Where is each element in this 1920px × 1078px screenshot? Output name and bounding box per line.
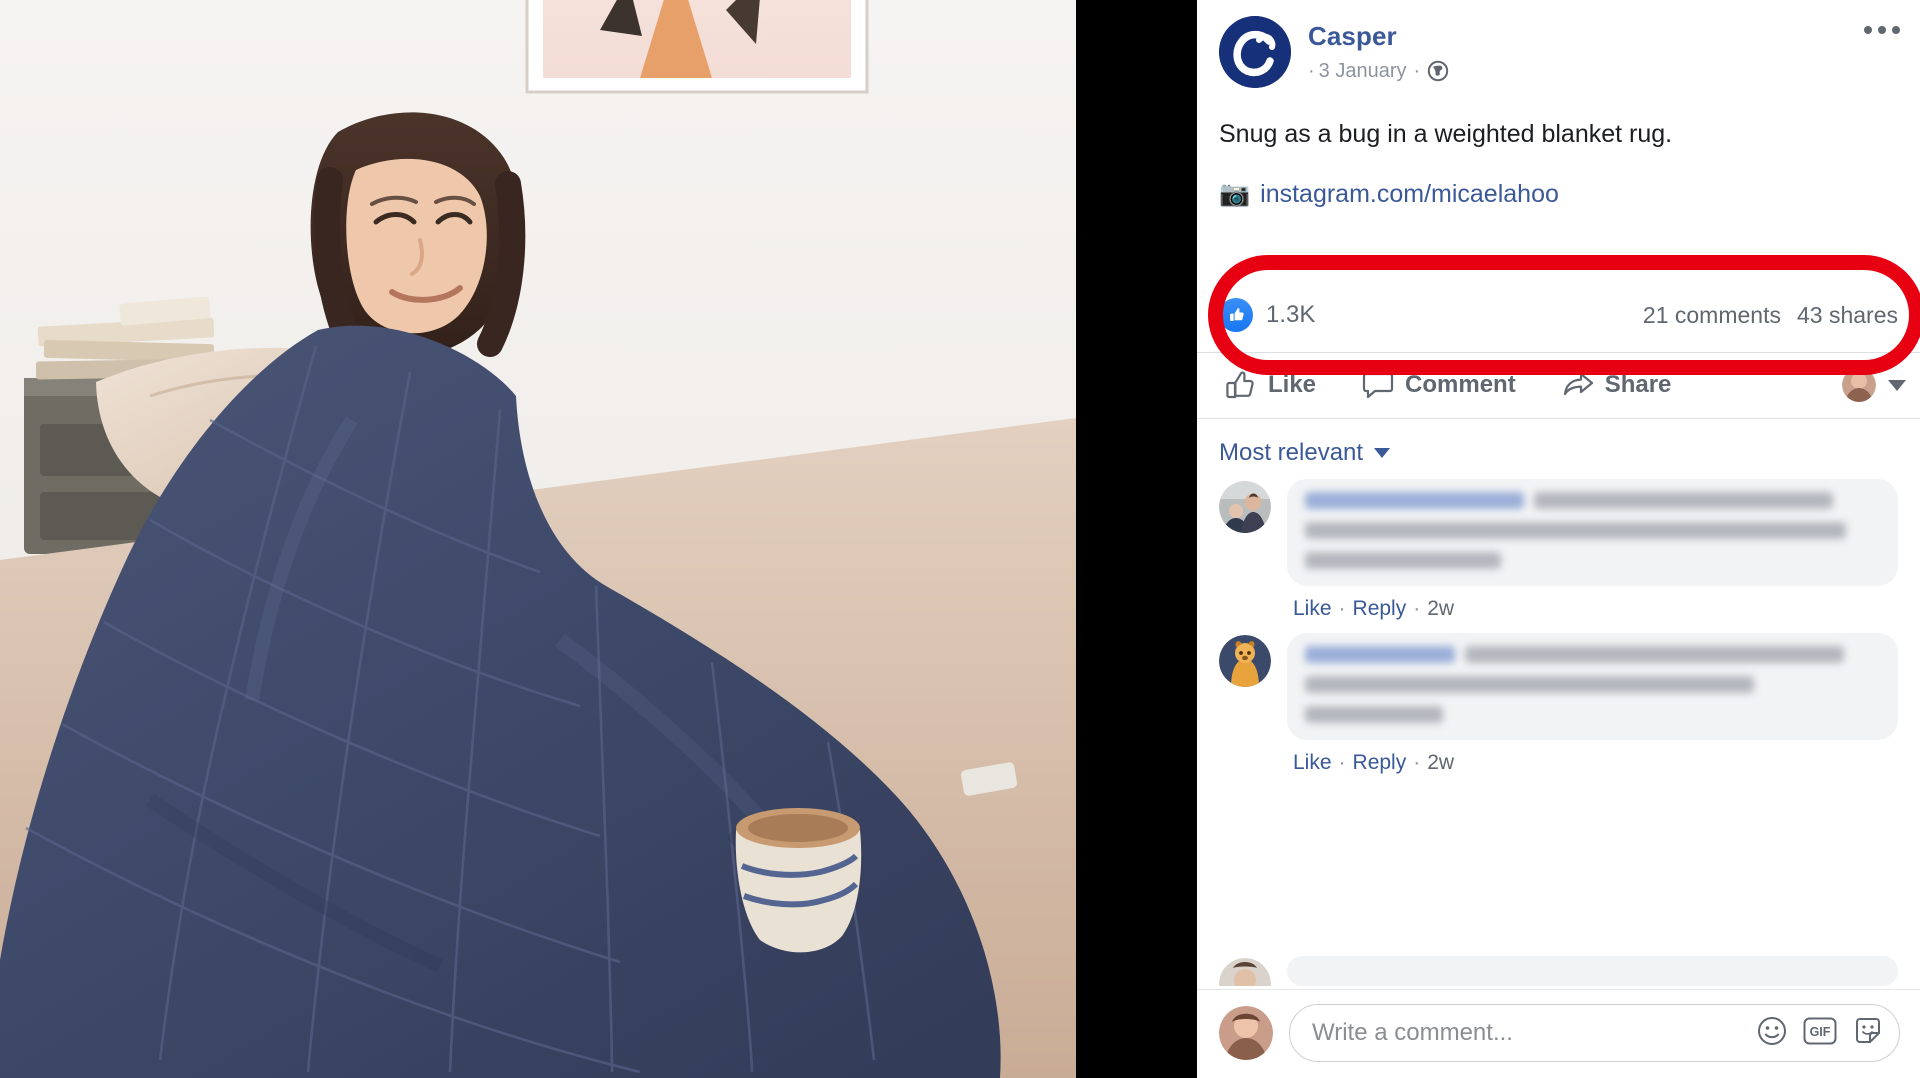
meta-lead-dot: · — [1308, 59, 1315, 82]
ellipsis-dot — [1878, 26, 1886, 34]
like-button-label: Like — [1268, 371, 1317, 399]
comment-text-redacted — [1533, 491, 1833, 509]
post-more-menu-button[interactable] — [1864, 26, 1900, 34]
separator: · — [1413, 596, 1421, 620]
separator: · — [1338, 596, 1346, 620]
shares-count[interactable]: 43 shares — [1797, 302, 1898, 329]
camera-icon: 📷 — [1219, 179, 1251, 208]
comment-input[interactable] — [1312, 1019, 1757, 1047]
post-date[interactable]: 3 January — [1319, 60, 1407, 83]
user-photo-avatar — [1219, 1006, 1273, 1060]
couple-photo-avatar — [1219, 480, 1271, 533]
post-stats-row: 1.3K 21 comments 43 shares — [1197, 279, 1920, 353]
avatar[interactable] — [1219, 958, 1271, 986]
page-name[interactable]: Casper — [1308, 22, 1449, 51]
comment-content: Like · Reply · 2w — [1287, 632, 1898, 775]
ellipsis-dot — [1892, 26, 1900, 34]
casper-logo-avatar[interactable] — [1219, 16, 1291, 88]
comment-bubble — [1287, 632, 1898, 740]
comments-count[interactable]: 21 comments — [1643, 302, 1781, 329]
casper-logo-icon — [1219, 16, 1291, 88]
avatar[interactable] — [1219, 634, 1271, 687]
comment-sort-dropdown[interactable]: Most relevant — [1197, 419, 1920, 479]
post-link-row: 📷 instagram.com/micaelahoo — [1197, 152, 1920, 209]
comment-actions: Like · Reply · 2w — [1293, 597, 1898, 621]
ellipsis-dot — [1864, 26, 1872, 34]
reaction-count: 1.3K — [1266, 301, 1316, 329]
comment-author-redacted — [1305, 491, 1524, 509]
comment-timestamp[interactable]: 2w — [1427, 597, 1454, 621]
avatar[interactable] — [1219, 1006, 1273, 1060]
comment-text-redacted — [1305, 675, 1754, 693]
comment-reply-button[interactable]: Reply — [1353, 751, 1407, 775]
meta-separator: · — [1413, 59, 1421, 82]
chevron-down-icon — [1888, 379, 1906, 391]
comment-content: Like · Reply · 2w — [1287, 478, 1898, 621]
comment-list: Like · Reply · 2w Like · Reply · 2w — [1197, 478, 1920, 775]
dog-costume-avatar — [1219, 634, 1271, 687]
post-body-text: Snug as a bug in a weighted blanket rug. — [1219, 120, 1673, 148]
comment-bubble — [1287, 478, 1898, 586]
comment-sort-label: Most relevant — [1219, 438, 1364, 466]
comment-bubble-partial — [1287, 956, 1898, 986]
facebook-post-panel: Casper · 3 January · Snug as a bug in a … — [1197, 0, 1920, 1078]
comment-item: Like · Reply · 2w — [1219, 478, 1898, 621]
post-stats-zone: 1.3K 21 comments 43 shares — [1197, 254, 1920, 375]
share-arrow-icon — [1562, 370, 1594, 400]
sticker-icon[interactable] — [1853, 1016, 1883, 1051]
avatar[interactable] — [1219, 480, 1271, 533]
share-button-label: Share — [1604, 371, 1672, 399]
separator: · — [1338, 750, 1346, 774]
comment-timestamp[interactable]: 2w — [1427, 751, 1454, 775]
chevron-down-icon — [1374, 447, 1391, 458]
comment-button[interactable]: Comment — [1362, 370, 1516, 400]
comment-text-redacted — [1305, 705, 1443, 723]
speech-bubble-icon — [1362, 370, 1394, 400]
comment-text-redacted — [1464, 645, 1844, 663]
comment-text-redacted — [1305, 521, 1846, 539]
share-button[interactable]: Share — [1562, 370, 1672, 400]
wall-art — [525, 0, 869, 94]
gif-icon[interactable]: GIF — [1803, 1017, 1837, 1050]
post-action-bar: Like Comment Share — [1197, 353, 1920, 419]
avatar — [1842, 368, 1876, 403]
comment-button-label: Comment — [1405, 371, 1516, 399]
person — [310, 112, 526, 357]
globe-icon[interactable] — [1427, 60, 1449, 82]
comment-item: Like · Reply · 2w — [1219, 632, 1898, 775]
comment-reply-button[interactable]: Reply — [1353, 597, 1407, 621]
comment-like-button[interactable]: Like — [1293, 597, 1332, 621]
screenshot-root: Casper · 3 January · Snug as a bug in a … — [0, 0, 1920, 1078]
partial-avatar — [1219, 958, 1271, 986]
photo-illustration — [0, 0, 1076, 1078]
commenting-as-selector[interactable] — [1842, 368, 1906, 403]
comment-actions: Like · Reply · 2w — [1293, 751, 1898, 775]
comment-text-redacted — [1305, 551, 1501, 569]
comment-like-button[interactable]: Like — [1293, 751, 1332, 775]
svg-text:GIF: GIF — [1810, 1025, 1831, 1039]
post-header-text: Casper · 3 January · — [1308, 16, 1449, 83]
composer-icon-group: GIF — [1757, 1016, 1883, 1051]
reaction-summary[interactable]: 1.3K — [1219, 298, 1316, 333]
thumbs-up-outline-icon — [1225, 370, 1257, 400]
thumbs-up-icon — [1219, 298, 1253, 333]
panel-divider-gutter — [1076, 0, 1197, 1078]
separator: · — [1413, 750, 1421, 774]
comment-author-redacted — [1305, 645, 1455, 663]
comment-composer: GIF — [1197, 989, 1920, 1078]
comment-input-box[interactable]: GIF — [1289, 1004, 1900, 1062]
post-meta: · 3 January · — [1308, 60, 1449, 83]
comment-item-partial — [1219, 956, 1898, 986]
post-stats-right: 21 comments 43 shares — [1643, 302, 1898, 329]
emoji-icon[interactable] — [1757, 1016, 1787, 1051]
like-button[interactable]: Like — [1225, 370, 1316, 400]
post-photo[interactable] — [0, 0, 1076, 1078]
post-header: Casper · 3 January · — [1197, 0, 1920, 88]
instagram-link[interactable]: instagram.com/micaelahoo — [1260, 180, 1559, 209]
